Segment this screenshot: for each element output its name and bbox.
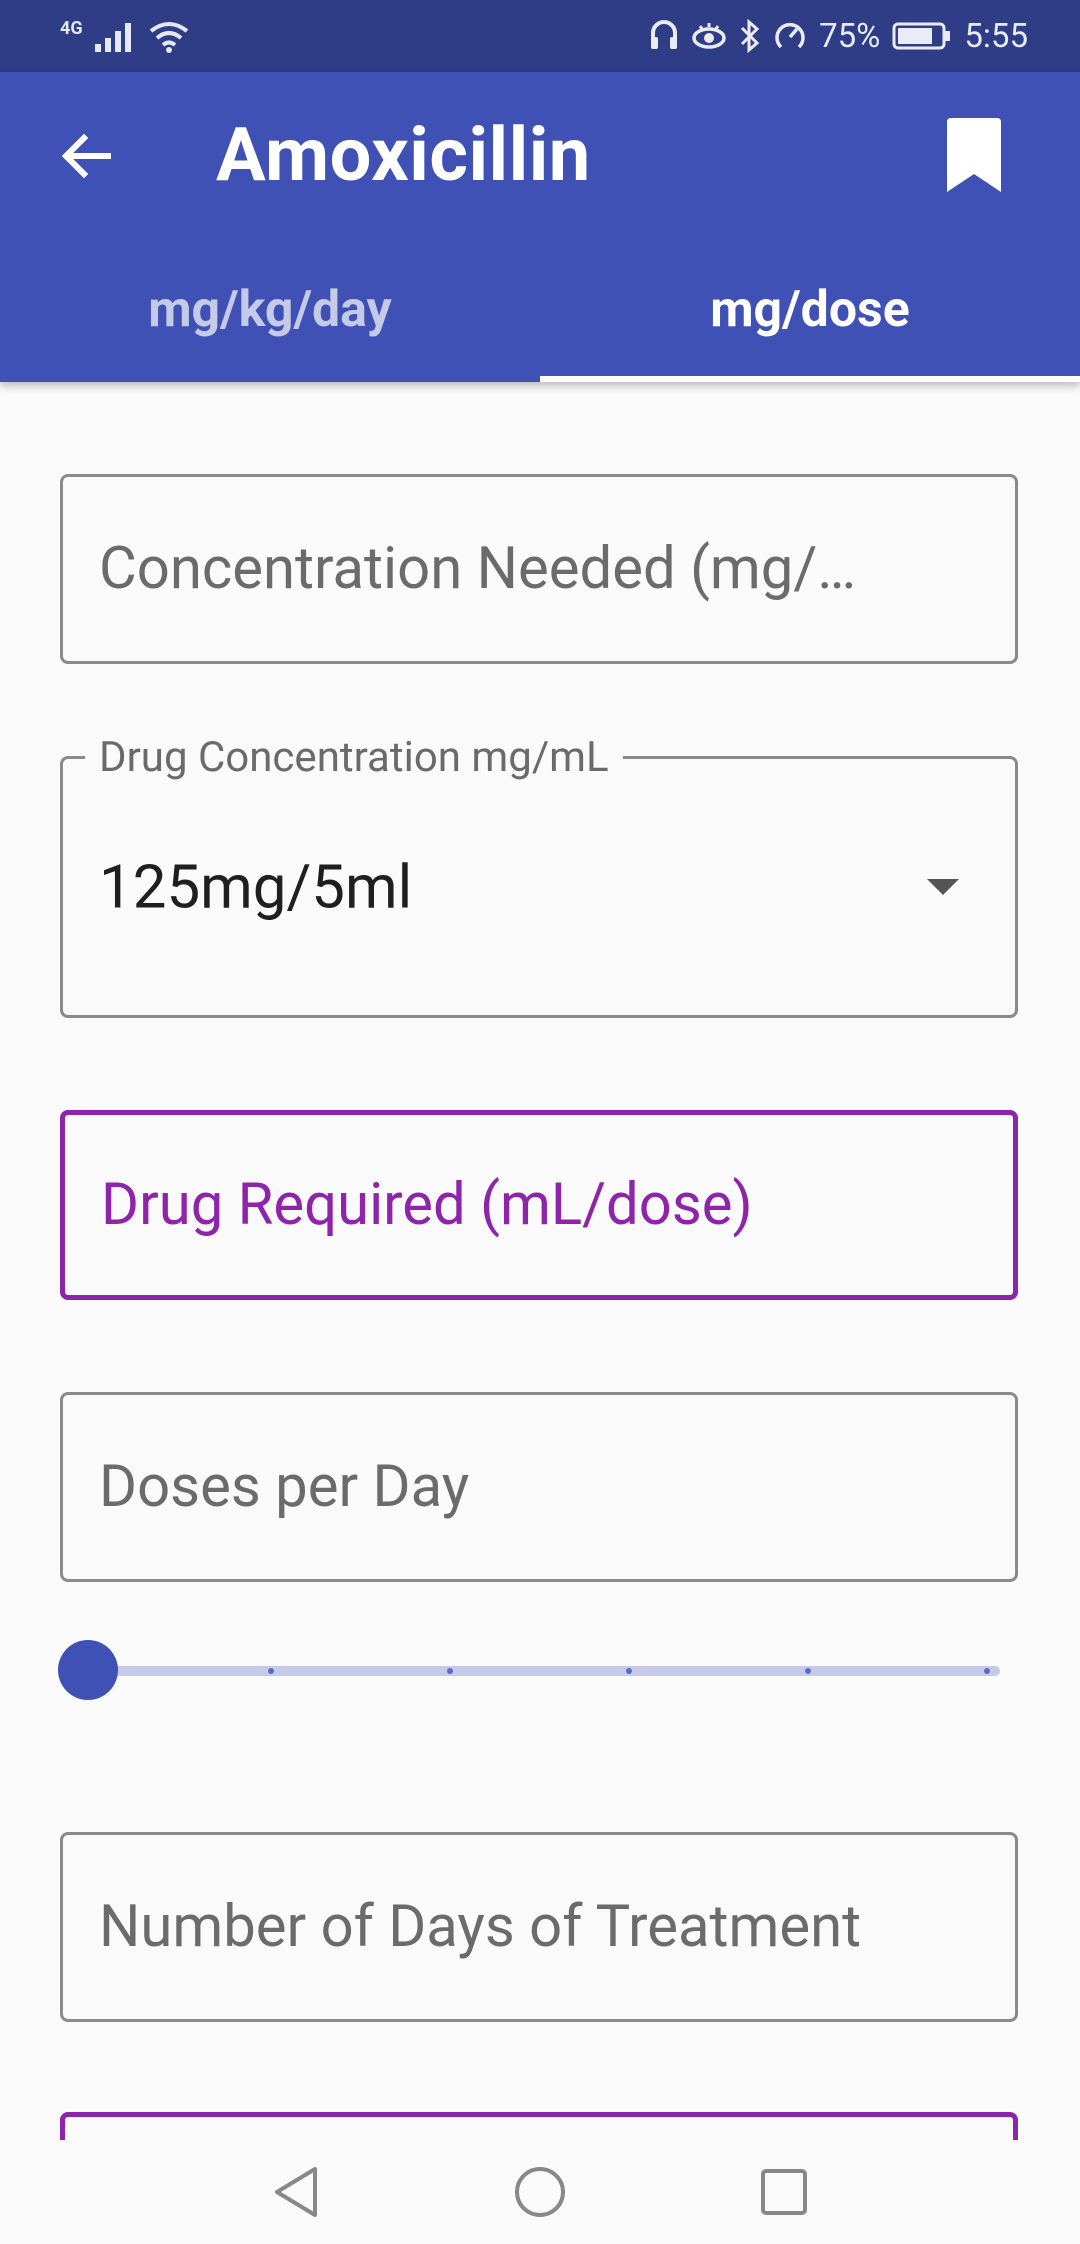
app-bar: Amoxicillin mg/kg/day mg/dose [0, 72, 1080, 382]
signal-icon [94, 23, 131, 52]
data-saver-icon [775, 22, 805, 49]
bluetooth-icon [741, 19, 760, 53]
concentration-needed-field[interactable]: Concentration Needed (mg/… [60, 474, 1018, 664]
nav-recents-button[interactable] [752, 2160, 816, 2224]
status-bar: 4G 75% 5:55 [0, 0, 1080, 72]
days-of-treatment-placeholder: Number of Days of Treatment [99, 1893, 862, 1961]
tab-indicator [540, 376, 1080, 382]
network-type-label: 4G [60, 17, 83, 39]
back-button[interactable] [50, 120, 122, 192]
tab-mg-kg-day[interactable]: mg/kg/day [0, 238, 540, 382]
doses-per-day-placeholder: Doses per Day [99, 1453, 470, 1521]
bookmark-icon [947, 118, 1001, 192]
doses-per-day-field[interactable]: Doses per Day [60, 1392, 1018, 1582]
wifi-icon [149, 22, 188, 53]
tab-label: mg/kg/day [148, 281, 392, 339]
nav-back-button[interactable] [264, 2160, 328, 2224]
nav-home-button[interactable] [508, 2160, 572, 2224]
doses-slider[interactable] [58, 1640, 1000, 1700]
slider-thumb[interactable] [58, 1640, 118, 1700]
status-right: 75% 5:55 [649, 12, 1028, 60]
drug-concentration-label: Drug Concentration mg/mL [85, 733, 623, 782]
arrow-back-icon [61, 133, 111, 179]
tab-label: mg/dose [710, 281, 910, 339]
drug-concentration-value: 125mg/5ml [99, 851, 413, 923]
tab-bar: mg/kg/day mg/dose [0, 238, 1080, 382]
system-nav-bar [0, 2140, 1080, 2244]
slider-tick [805, 1668, 811, 1674]
eye-comfort-icon [692, 23, 726, 49]
circle-home-icon [515, 2167, 565, 2217]
drug-required-field[interactable]: Drug Required (mL/dose) [60, 1110, 1018, 1300]
slider-tick [268, 1668, 274, 1674]
battery-percent: 75% [819, 16, 881, 56]
slider-track [86, 1666, 1000, 1676]
drug-required-placeholder: Drug Required (mL/dose) [101, 1171, 753, 1239]
headset-icon [651, 20, 678, 49]
tab-mg-dose[interactable]: mg/dose [540, 238, 1080, 382]
slider-tick [984, 1668, 990, 1674]
page-title: Amoxicillin [216, 112, 591, 199]
slider-tick [447, 1668, 453, 1674]
slider-tick [626, 1668, 632, 1674]
battery-icon [892, 22, 951, 50]
bookmark-button[interactable] [938, 112, 1010, 198]
drug-concentration-select[interactable]: Drug Concentration mg/mL 125mg/5ml [60, 733, 1018, 1018]
status-left: 4G [60, 14, 189, 58]
dropdown-arrow-icon [927, 879, 959, 895]
clock: 5:55 [964, 16, 1028, 56]
square-recents-icon [761, 2169, 807, 2215]
concentration-needed-placeholder: Concentration Needed (mg/… [99, 535, 857, 603]
triangle-back-icon [275, 2167, 317, 2217]
days-of-treatment-field[interactable]: Number of Days of Treatment [60, 1832, 1018, 2022]
